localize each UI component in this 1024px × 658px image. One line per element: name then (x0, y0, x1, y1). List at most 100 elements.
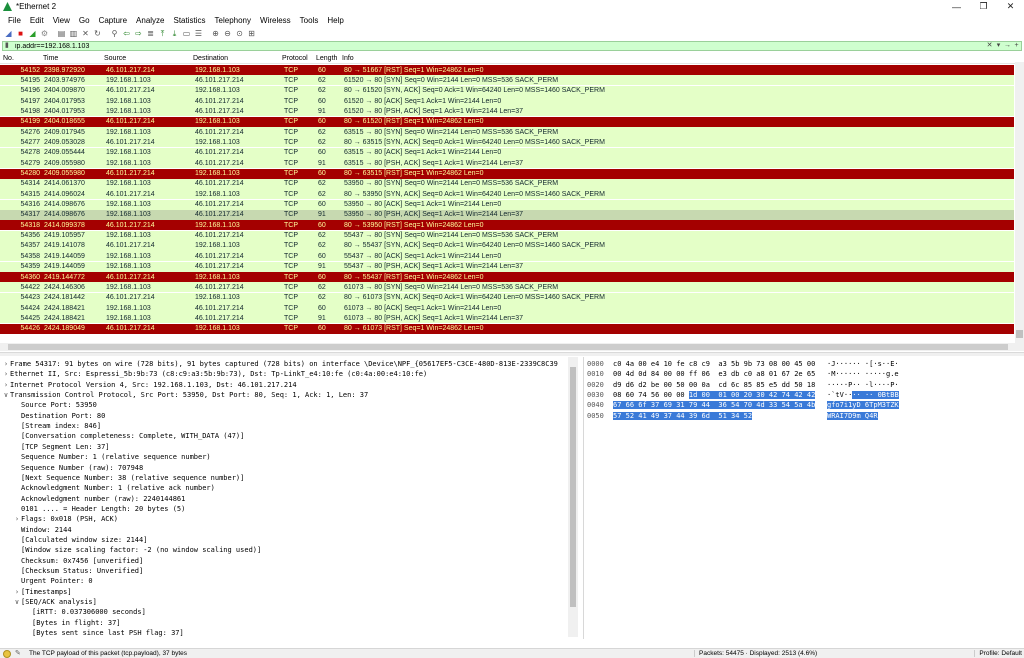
column-header-source[interactable]: Source (101, 55, 190, 62)
detail-tree-item[interactable]: [Calculated window size: 2144] (13, 535, 147, 545)
detail-tree-item[interactable]: › Ethernet II, Src: Espressi_5b:9b:73 (c8… (2, 369, 427, 379)
column-header-no[interactable]: No. (0, 55, 40, 62)
packet-row[interactable]: 54314 2414.061370 192.168.1.103 46.101.217.… (0, 178, 1014, 189)
detail-tree-item[interactable]: [TCP Segment Len: 37] (13, 442, 110, 452)
packet-row[interactable]: 54199 2404.018655 46.101.217.214 192.168.1.… (0, 116, 1014, 127)
packet-row[interactable]: 54359 2419.144059 192.168.1.103 46.101.217.… (0, 261, 1014, 272)
packet-row[interactable]: 54276 2409.017945 192.168.1.103 46.101.217.… (0, 127, 1014, 138)
menu-telephony[interactable]: Telephony (211, 16, 256, 25)
go-forward-icon[interactable]: ⇨ (133, 28, 144, 39)
detail-tree-item[interactable]: › Flags: 0x018 (PSH, ACK) (13, 514, 118, 524)
go-first-icon[interactable]: ⤒ (157, 28, 168, 39)
close-file-icon[interactable]: ✕ (80, 28, 91, 39)
hex-row[interactable]: 0040 67 66 6f 37 69 31 79 44 36 54 70 4d … (587, 400, 899, 410)
packet-row[interactable]: 54422 2424.146306 192.168.1.103 46.101.217.… (0, 282, 1014, 293)
add-filter-button-icon[interactable]: + (1012, 42, 1021, 50)
zoom-in-icon[interactable]: ⊕ (210, 28, 221, 39)
packet-row[interactable]: 54280 2409.055980 46.101.217.214 192.168.1.… (0, 168, 1014, 179)
details-vertical-scrollbar[interactable] (568, 357, 578, 637)
go-back-icon[interactable]: ⇦ (121, 28, 132, 39)
column-header-protocol[interactable]: Protocol (279, 55, 313, 62)
detail-tree-item[interactable]: [Stream index: 846] (13, 421, 101, 431)
go-last-icon[interactable]: ⤓ (169, 28, 180, 39)
hex-row[interactable]: 0020 d9 d6 d2 be 00 50 00 0a cd 6c 85 85 … (587, 380, 899, 390)
find-packet-icon[interactable]: ⚲ (109, 28, 120, 39)
packet-row[interactable]: 54277 2409.053028 46.101.217.214 192.168.1.… (0, 137, 1014, 148)
column-header-info[interactable]: Info (339, 55, 354, 62)
detail-tree-item[interactable]: 0101 .... = Header Length: 20 bytes (5) (13, 504, 185, 514)
capture-options-icon[interactable]: ⚙ (39, 28, 50, 39)
menu-statistics[interactable]: Statistics (170, 16, 211, 25)
collapse-arrow-icon[interactable]: ∨ (13, 597, 21, 607)
detail-tree-item[interactable]: Acknowledgment Number: 1 (relative ack n… (13, 483, 215, 493)
expand-arrow-icon[interactable]: › (13, 514, 21, 524)
apply-filter-icon[interactable]: → (1003, 42, 1012, 50)
hex-row[interactable]: 0050 57 52 41 49 37 44 39 6d 51 34 52 WRAI… (587, 411, 878, 421)
menu-go[interactable]: Go (75, 16, 95, 25)
column-header-length[interactable]: Length (313, 55, 339, 62)
packet-row[interactable]: 54317 2414.098676 192.168.1.103 46.101.217.… (0, 209, 1014, 220)
packet-row[interactable]: 54279 2409.055980 192.168.1.103 46.101.217.… (0, 158, 1014, 169)
menu-edit[interactable]: Edit (26, 16, 49, 25)
detail-tree-item[interactable]: › Frame 54317: 91 bytes on wire (728 bits… (2, 359, 558, 369)
minimize-button[interactable]: — (943, 0, 970, 13)
save-file-icon[interactable]: ▥ (68, 28, 79, 39)
packet-row[interactable]: 54198 2404.017953 192.168.1.103 46.101.217.… (0, 106, 1014, 117)
detail-tree-item[interactable]: › Internet Protocol Version 4, Src: 192.1… (2, 380, 297, 390)
packet-row[interactable]: 54426 2424.189049 46.101.217.214 192.168.1.… (0, 323, 1014, 334)
detail-tree-item[interactable]: Sequence Number (raw): 707948 (13, 463, 143, 473)
colorize-icon[interactable]: ☰ (193, 28, 204, 39)
packet-row[interactable]: 54424 2424.188421 192.168.1.103 46.101.217.… (0, 303, 1014, 314)
detail-tree-item[interactable]: [Bytes in flight: 37] (24, 618, 121, 628)
detail-tree-item[interactable]: [Checksum Status: Unverified] (13, 566, 143, 576)
detail-tree-item[interactable]: ∨ [SEQ/ACK analysis] (13, 597, 97, 607)
packet-row[interactable]: 54196 2404.009870 46.101.217.214 192.168.1.… (0, 85, 1014, 96)
packet-row[interactable]: 54315 2414.096024 46.101.217.214 192.168.1.… (0, 189, 1014, 200)
column-header-time[interactable]: Time (40, 55, 101, 62)
reload-file-icon[interactable]: ↻ (92, 28, 103, 39)
capture-comment-icon[interactable]: ✎ (15, 650, 23, 658)
stop-capture-icon[interactable]: ■ (15, 28, 26, 39)
packet-row[interactable]: 54152 2398.972920 46.101.217.214 192.168.1.… (0, 65, 1014, 75)
zoom-out-icon[interactable]: ⊖ (222, 28, 233, 39)
go-to-packet-icon[interactable]: ≣ (145, 28, 156, 39)
menu-view[interactable]: View (49, 16, 75, 25)
collapse-arrow-icon[interactable]: ∨ (2, 390, 10, 400)
detail-tree-item[interactable]: Window: 2144 (13, 525, 72, 535)
detail-tree-item[interactable]: [Next Sequence Number: 38 (relative sequ… (13, 473, 244, 483)
filter-history-dropdown-icon[interactable]: ▾ (994, 42, 1003, 50)
expert-info-icon[interactable] (3, 649, 11, 658)
packet-list-vertical-scrollbar[interactable] (1015, 62, 1024, 347)
packet-row[interactable]: 54197 2404.017953 192.168.1.103 46.101.217.… (0, 96, 1014, 107)
packet-row[interactable]: 54358 2419.144059 192.168.1.103 46.101.217.… (0, 251, 1014, 262)
expand-arrow-icon[interactable]: › (2, 380, 10, 390)
detail-tree-item[interactable]: [Bytes sent since last PSH flag: 37] (24, 628, 184, 638)
packet-row[interactable]: 54195 2403.974976 192.168.1.103 46.101.217.… (0, 75, 1014, 86)
zoom-normal-icon[interactable]: ⊙ (234, 28, 245, 39)
hex-row[interactable]: 0030 08 60 74 56 00 00 1d 00 01 00 20 30 … (587, 390, 899, 400)
menu-analyze[interactable]: Analyze (132, 16, 169, 25)
packet-row[interactable]: 54356 2419.105957 192.168.1.103 46.101.217.… (0, 230, 1014, 241)
menu-wireless[interactable]: Wireless (256, 16, 296, 25)
scrollbar-thumb[interactable] (8, 344, 1008, 350)
detail-tree-item[interactable]: Checksum: 0x7456 [unverified] (13, 556, 143, 566)
menu-capture[interactable]: Capture (95, 16, 132, 25)
detail-tree-item[interactable]: Acknowledgment number (raw): 2240144861 (13, 494, 185, 504)
autoscroll-icon[interactable]: ▭ (181, 28, 192, 39)
restart-capture-icon[interactable]: ◢ (27, 28, 38, 39)
hex-row[interactable]: 0010 00 4d 0d 84 00 00 ff 06 e3 db c0 a8 … (587, 369, 899, 379)
detail-tree-item[interactable]: ∨ Transmission Control Protocol, Src Port… (2, 390, 368, 400)
resize-columns-icon[interactable]: ⊞ (246, 28, 257, 39)
pane-splitter[interactable] (0, 352, 1024, 356)
menu-help[interactable]: Help (323, 16, 348, 25)
packet-row[interactable]: 54425 2424.188421 192.168.1.103 46.101.217.… (0, 313, 1014, 324)
display-filter-input[interactable] (15, 42, 985, 50)
packet-row[interactable]: 54360 2419.144772 46.101.217.214 192.168.1.… (0, 272, 1014, 282)
packet-row[interactable]: 54423 2424.181442 46.101.217.214 192.168.1.… (0, 292, 1014, 303)
hex-row[interactable]: 0000 c0 4a 00 e4 10 fe c8 c9 a3 5b 9b 73 … (587, 359, 899, 369)
menu-file[interactable]: File (4, 16, 26, 25)
shark-fin-start-icon[interactable]: ◢ (3, 28, 14, 39)
packet-row[interactable]: 54318 2414.099378 46.101.217.214 192.168.1.… (0, 220, 1014, 231)
clear-filter-icon[interactable]: ✕ (985, 42, 994, 50)
packet-row[interactable]: 54278 2409.055444 192.168.1.103 46.101.217.… (0, 147, 1014, 158)
